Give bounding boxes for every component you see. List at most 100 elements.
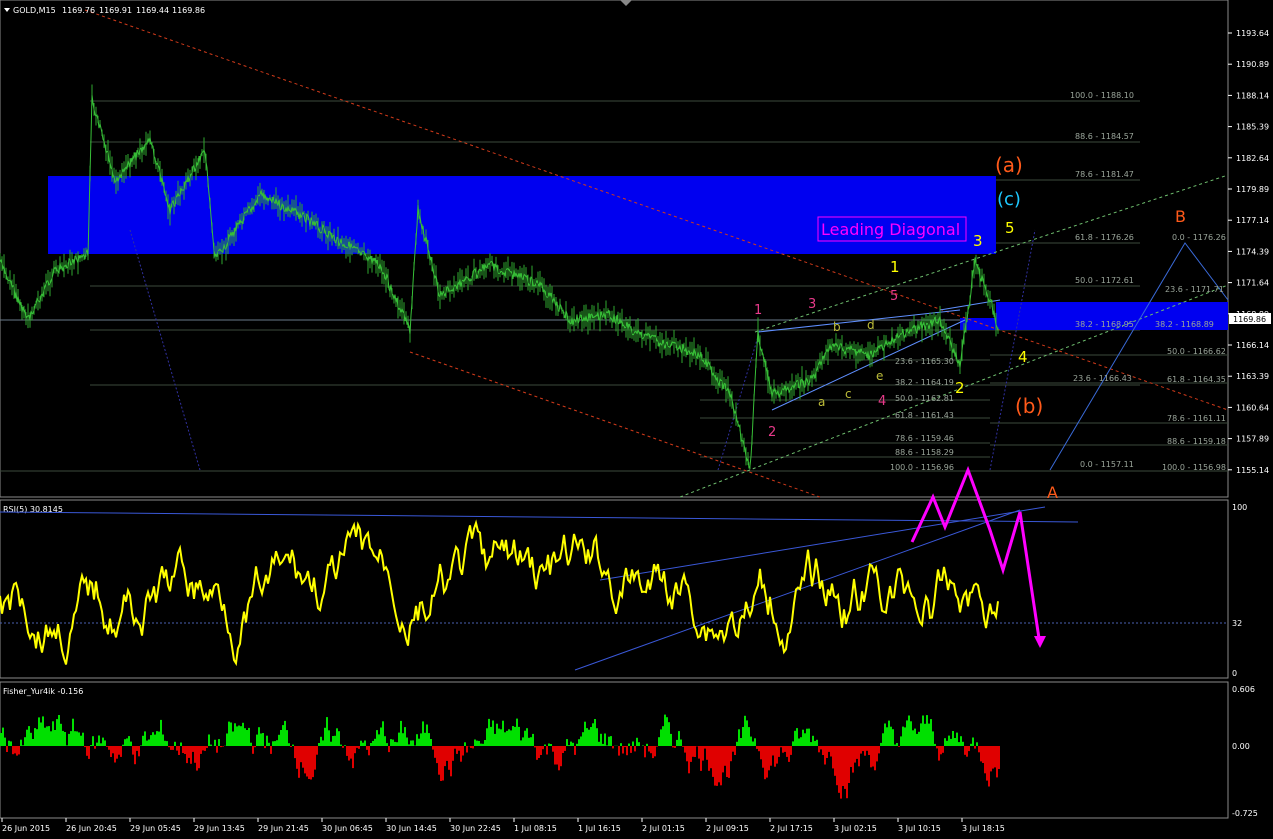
- fisher-bar: [304, 746, 306, 773]
- fisher-bar: [12, 746, 14, 754]
- fisher-bar: [624, 746, 626, 747]
- fisher-title: Fisher_Yur4ik -0.156: [3, 687, 83, 696]
- fib-label: 50.0 - 1162.81: [895, 394, 954, 403]
- fisher-bar: [752, 742, 754, 747]
- fisher-bar: [538, 746, 540, 758]
- fisher-bar: [632, 742, 634, 747]
- fisher-bar: [306, 746, 308, 777]
- fisher-bar: [862, 746, 864, 751]
- fisher-bar: [380, 728, 382, 747]
- fisher-bar: [166, 741, 168, 746]
- fisher-bar: [732, 746, 734, 752]
- fisher-bar: [990, 746, 992, 771]
- fisher-bar: [784, 746, 786, 752]
- fisher-bar: [56, 719, 58, 746]
- fisher-bar: [876, 746, 878, 761]
- fisher-bar: [292, 745, 294, 746]
- fisher-bar: [430, 739, 432, 746]
- fisher-bar: [488, 719, 490, 746]
- fisher-bar: [64, 732, 66, 746]
- fisher-bar: [456, 746, 458, 754]
- fisher-bar: [590, 727, 592, 746]
- fisher-bar: [978, 746, 980, 752]
- fisher-bar: [452, 746, 454, 761]
- fisher-bar: [708, 746, 710, 771]
- fisher-bar: [552, 746, 554, 752]
- fisher-bar: [982, 746, 984, 763]
- fisher-bar: [522, 737, 524, 746]
- fisher-bar: [968, 746, 970, 751]
- fisher-bar: [170, 746, 172, 750]
- fisher-bar: [254, 746, 256, 747]
- fib-label: 0.0 - 1176.26: [1172, 233, 1226, 242]
- wave-5-label: 5: [1005, 219, 1015, 237]
- fisher-bar: [106, 746, 108, 747]
- fisher-bar: [878, 746, 880, 753]
- fisher-bar: [918, 732, 920, 746]
- fisher-bar: [810, 742, 812, 746]
- fisher-bar: [368, 746, 370, 755]
- fisher-bar: [412, 740, 414, 746]
- fib-label: 78.6 - 1159.46: [895, 434, 954, 443]
- resistance-zone[interactable]: [48, 176, 996, 254]
- fisher-bar: [742, 727, 744, 746]
- fisher-bar: [634, 746, 636, 751]
- fisher-bar: [764, 746, 766, 779]
- fisher-bar: [38, 717, 40, 746]
- fisher-bar: [730, 746, 732, 761]
- price-axis-label: 1171.64: [1236, 279, 1269, 288]
- time-axis-label: 2 Jul 09:15: [706, 824, 749, 833]
- fisher-bar: [840, 746, 842, 799]
- price-axis-label: 1163.39: [1236, 372, 1269, 381]
- fisher-bar: [234, 723, 236, 746]
- fisher-bar: [560, 746, 562, 766]
- fisher-bar: [550, 744, 552, 746]
- fisher-bar: [18, 746, 20, 754]
- fisher-bar: [656, 746, 658, 747]
- fisher-bar: [814, 741, 816, 746]
- fisher-bar: [576, 744, 578, 746]
- fisher-bar: [208, 735, 210, 747]
- fisher-bar: [206, 746, 208, 748]
- fisher-bar: [744, 716, 746, 746]
- fisher-bar: [556, 746, 558, 765]
- fisher-bar: [946, 741, 948, 746]
- fisher-bar: [824, 746, 826, 765]
- fisher-bar: [150, 735, 152, 746]
- fisher-bar: [494, 734, 496, 746]
- fisher-bar: [524, 731, 526, 746]
- fisher-bar: [398, 733, 400, 746]
- fisher-bar: [216, 746, 218, 753]
- fisher-bar: [920, 723, 922, 746]
- fisher-bar: [692, 746, 694, 757]
- fisher-bar: [4, 738, 6, 746]
- fisher-bar: [278, 735, 280, 746]
- fisher-bar: [434, 746, 436, 758]
- fisher-bar: [122, 745, 124, 746]
- fisher-bar: [268, 743, 270, 746]
- fisher-bar: [580, 737, 582, 747]
- fisher-bar: [160, 720, 162, 746]
- fisher-bar: [618, 746, 620, 756]
- fisher-bar: [738, 729, 740, 746]
- fisher-bar: [358, 746, 360, 749]
- fisher-bar: [782, 746, 784, 753]
- fisher-bar: [516, 719, 518, 746]
- fisher-bar: [508, 729, 510, 746]
- fisher-bar: [410, 741, 412, 747]
- fisher-bar: [420, 733, 422, 746]
- fisher-bar: [636, 738, 638, 746]
- fisher-bar: [328, 730, 330, 746]
- fisher-bar: [486, 728, 488, 746]
- rsi-panel[interactable]: [0, 500, 1228, 678]
- fisher-bar: [66, 745, 68, 746]
- fisher-bar: [340, 745, 342, 746]
- fisher-bar: [532, 734, 534, 746]
- fisher-bar: [984, 746, 986, 773]
- fisher-bar: [554, 746, 556, 765]
- wave-a-label: (a): [995, 153, 1023, 177]
- fisher-bar: [58, 715, 60, 746]
- subwave-d-label: d: [867, 318, 875, 332]
- fisher-bar: [44, 728, 46, 746]
- fisher-bar: [756, 746, 758, 749]
